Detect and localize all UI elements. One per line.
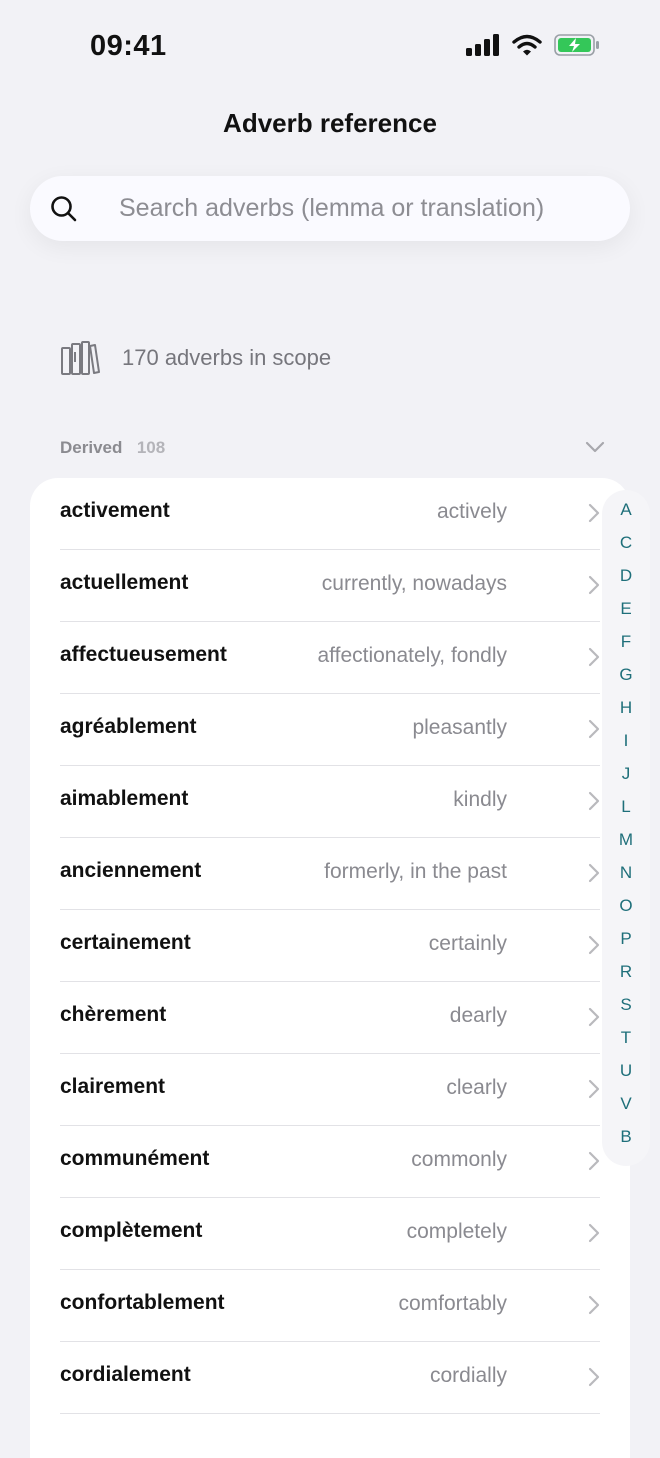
list-item[interactable]: activement actively — [60, 478, 600, 550]
index-letter-d[interactable]: D — [602, 566, 650, 586]
chevron-right-icon — [588, 1151, 600, 1171]
alphabet-index[interactable]: A C D E F G H I J L M N O P R S T U V B — [602, 490, 650, 1166]
index-letter-m[interactable]: M — [602, 830, 650, 850]
index-letter-j[interactable]: J — [602, 764, 650, 784]
translation: actively — [436, 500, 507, 523]
scope-text: 170 adverbs in scope — [122, 345, 332, 370]
lemma: confortablement — [60, 1291, 225, 1314]
lemma: actuellement — [60, 571, 189, 594]
chevron-right-icon — [588, 1007, 600, 1027]
index-letter-p[interactable]: P — [602, 929, 650, 949]
index-letter-o[interactable]: O — [602, 896, 650, 916]
adverb-list: activement actively actuellement current… — [30, 478, 630, 1458]
index-letter-n[interactable]: N — [602, 863, 650, 883]
chevron-down-icon[interactable] — [585, 440, 605, 454]
translation: commonly — [411, 1148, 507, 1171]
list-item[interactable]: anciennement formerly, in the past — [60, 838, 600, 910]
list-item[interactable]: certainement certainly — [60, 910, 600, 982]
list-item[interactable]: confortablement comfortably — [60, 1270, 600, 1342]
index-letter-c[interactable]: C — [602, 533, 650, 553]
translation: comfortably — [398, 1292, 507, 1315]
search-icon — [51, 196, 77, 222]
chevron-right-icon — [588, 863, 600, 883]
scope-summary: 170 adverbs in scope — [60, 340, 331, 376]
list-item[interactable]: affectueusement affectionately, fondly — [60, 622, 600, 694]
translation: kindly — [453, 788, 507, 811]
lemma: activement — [60, 499, 170, 522]
translation: currently, nowadays — [321, 572, 507, 595]
translation: completely — [406, 1220, 507, 1243]
lemma: agréablement — [60, 715, 197, 738]
translation: certainly — [428, 932, 507, 955]
index-letter-a[interactable]: A — [602, 500, 650, 520]
chevron-right-icon — [588, 503, 600, 523]
lemma: communément — [60, 1147, 210, 1170]
list-item[interactable]: actuellement currently, nowadays — [60, 550, 600, 622]
translation: affectionately, fondly — [317, 644, 507, 667]
chevron-right-icon — [588, 575, 600, 595]
lemma: aimablement — [60, 787, 189, 810]
index-letter-e[interactable]: E — [602, 599, 650, 619]
lemma: complètement — [60, 1219, 203, 1242]
search-bar[interactable] — [30, 176, 630, 241]
chevron-right-icon — [588, 719, 600, 739]
index-letter-l[interactable]: L — [602, 797, 650, 817]
chevron-right-icon — [588, 647, 600, 667]
index-letter-h[interactable]: H — [602, 698, 650, 718]
chevron-right-icon — [588, 1223, 600, 1243]
lemma: clairement — [60, 1075, 166, 1098]
status-icons — [466, 34, 600, 56]
list-item[interactable]: communément commonly — [60, 1126, 600, 1198]
list-item[interactable]: aimablement kindly — [60, 766, 600, 838]
books-icon — [61, 341, 100, 375]
chevron-right-icon — [588, 1079, 600, 1099]
index-letter-b[interactable]: B — [602, 1127, 650, 1147]
lemma: anciennement — [60, 859, 202, 882]
list-item[interactable] — [60, 1414, 600, 1458]
page-title: Adverb reference — [223, 108, 437, 138]
translation: formerly, in the past — [324, 860, 507, 883]
index-letter-g[interactable]: G — [602, 665, 650, 685]
index-letter-f[interactable]: F — [602, 632, 650, 652]
index-letter-r[interactable]: R — [602, 962, 650, 982]
search-input[interactable] — [119, 176, 609, 241]
section-header[interactable]: Derived 108 — [60, 438, 605, 464]
section-count: 108 — [136, 438, 166, 457]
list-item[interactable]: chèrement dearly — [60, 982, 600, 1054]
list-item[interactable]: complètement completely — [60, 1198, 600, 1270]
lemma: affectueusement — [60, 643, 227, 666]
status-bar: 09:41 — [0, 0, 660, 96]
list-item[interactable]: agréablement pleasantly — [60, 694, 600, 766]
chevron-right-icon — [588, 791, 600, 811]
chevron-right-icon — [588, 935, 600, 955]
index-letter-t[interactable]: T — [602, 1028, 650, 1048]
battery-icon — [554, 34, 599, 56]
list-item[interactable]: cordialement cordially — [60, 1342, 600, 1414]
list-item[interactable]: clairement clearly — [60, 1054, 600, 1126]
lemma: cordialement — [60, 1363, 191, 1386]
chevron-right-icon — [588, 1367, 600, 1387]
lemma: chèrement — [60, 1003, 167, 1026]
translation: cordially — [429, 1364, 507, 1387]
index-letter-u[interactable]: U — [602, 1061, 650, 1081]
section-title: Derived — [60, 438, 123, 457]
index-letter-s[interactable]: S — [602, 995, 650, 1015]
index-letter-v[interactable]: V — [602, 1094, 650, 1114]
translation: dearly — [449, 1004, 507, 1027]
signal-icon — [466, 34, 499, 56]
index-letter-i[interactable]: I — [602, 731, 650, 751]
translation: pleasantly — [412, 716, 507, 739]
chevron-right-icon — [588, 1295, 600, 1315]
wifi-icon — [512, 34, 542, 56]
status-time: 09:41 — [90, 30, 167, 62]
translation: clearly — [446, 1076, 507, 1099]
lemma: certainement — [60, 931, 191, 954]
